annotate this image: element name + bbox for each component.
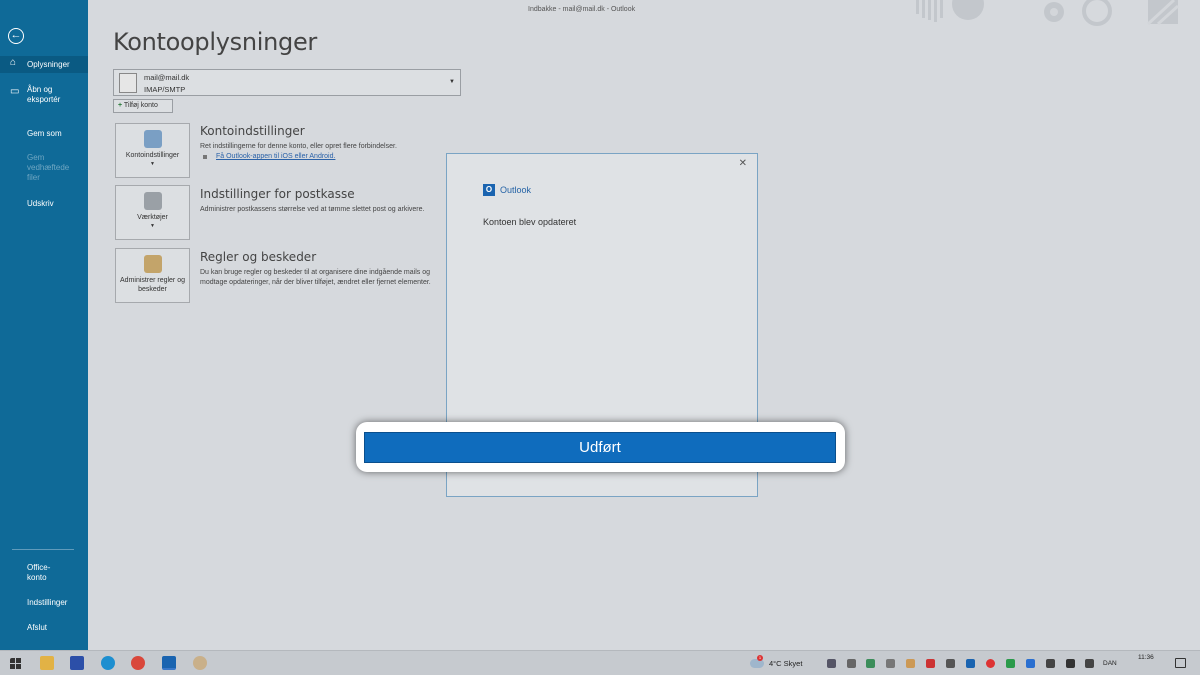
dialog-message: Kontoen blev opdateret — [483, 217, 577, 227]
bluetooth-icon[interactable] — [1026, 659, 1035, 668]
chrome-icon[interactable] — [131, 656, 145, 670]
taskbar: 1 4°C Skyet DAN 11:36 — [0, 650, 1200, 675]
sidebar-item-udskriv[interactable]: Udskriv — [0, 199, 88, 209]
section-desc-rules: Du kan bruge regler og beskeder til at o… — [200, 269, 431, 286]
notification-icon[interactable] — [1175, 658, 1186, 668]
battery-icon[interactable] — [1066, 659, 1075, 668]
weather-text[interactable]: 4°C Skyet — [769, 659, 802, 668]
tools-tile[interactable]: Værktøjer ▼ — [115, 185, 190, 240]
volume-icon[interactable] — [1085, 659, 1094, 668]
section-desc-mailbox-settings: Administrer postkassens størrelse ved at… — [200, 206, 425, 213]
clock[interactable]: 11:36 — [1138, 654, 1154, 661]
close-icon[interactable]: ✕ — [739, 158, 747, 169]
section-title-account-settings: Kontoindstillinger — [200, 124, 305, 138]
home-icon: ⌂ — [10, 57, 17, 68]
tray-app-icon[interactable] — [986, 659, 995, 668]
tray-app-icon[interactable] — [847, 659, 856, 668]
network-tray-icon[interactable] — [827, 659, 836, 668]
account-type: IMAP/SMTP — [144, 85, 186, 94]
paint-icon[interactable] — [193, 656, 207, 670]
backstage-sidebar: ← ⌂ Oplysninger ▭ Åbn og eksportér Gem s… — [0, 0, 88, 650]
account-dropdown[interactable]: mail@mail.dk IMAP/SMTP ▼ — [113, 69, 461, 96]
decorative-banner-art — [916, 0, 1180, 26]
account-settings-icon — [143, 130, 162, 148]
back-arrow-icon[interactable]: ← — [8, 28, 24, 44]
manage-rules-tile[interactable]: Administrer regler og beskeder — [115, 248, 190, 303]
folder-open-icon: ▭ — [10, 86, 20, 97]
done-button[interactable]: Udført — [364, 432, 836, 463]
sidebar-item-aabn-og-eksporter[interactable]: ▭ Åbn og eksportér — [0, 85, 70, 105]
sidebar-item-gem-som[interactable]: Gem som — [0, 129, 88, 139]
account-icon — [119, 73, 137, 93]
sidebar-item-gem-vedhaeftede: Gem vedhæftede filer — [27, 153, 70, 182]
save-icon[interactable] — [70, 656, 84, 670]
outlook-logo-icon: O — [483, 184, 495, 196]
tray-app-icon[interactable] — [906, 659, 915, 668]
windows-start-icon[interactable] — [10, 658, 24, 672]
page-title: Kontooplysninger — [113, 28, 317, 56]
sidebar-item-oplysninger[interactable]: ⌂ Oplysninger — [0, 56, 88, 73]
outlook-tray-icon[interactable] — [966, 659, 975, 668]
sidebar-divider — [12, 549, 74, 550]
tray-app-icon[interactable] — [926, 659, 935, 668]
section-title-rules: Regler og beskeder — [200, 250, 317, 264]
mobile-app-link[interactable]: Få Outlook-appen til iOS eller Android. — [216, 153, 335, 160]
account-email: mail@mail.dk — [144, 73, 190, 82]
edge-icon[interactable] — [101, 656, 115, 670]
rules-icon — [143, 255, 162, 273]
language-indicator[interactable]: DAN — [1103, 660, 1117, 667]
display-icon[interactable] — [1046, 659, 1055, 668]
title-bar: Indbakke - mail@mail.dk - Outlook — [88, 0, 1200, 26]
sidebar-item-indstillinger[interactable]: Indstillinger — [0, 598, 88, 608]
file-explorer-icon[interactable] — [40, 656, 54, 670]
tray-app-icon[interactable] — [866, 659, 875, 668]
sidebar-item-office-konto[interactable]: Office-konto — [0, 563, 60, 583]
window-title: Indbakke - mail@mail.dk - Outlook — [528, 6, 636, 13]
bullet-icon — [203, 155, 207, 159]
sidebar-item-afslut[interactable]: Afslut — [0, 623, 88, 633]
weather-cloud-icon[interactable] — [750, 659, 764, 668]
chevron-down-icon: ▼ — [150, 161, 155, 167]
account-settings-tile[interactable]: Kontoindstillinger ▼ — [115, 123, 190, 178]
weather-badge: 1 — [757, 655, 763, 661]
section-title-mailbox-settings: Indstillinger for postkasse — [200, 187, 355, 201]
chevron-down-icon: ▼ — [449, 79, 455, 85]
outlook-taskbar-icon[interactable] — [162, 656, 176, 670]
chevron-down-icon: ▼ — [150, 223, 155, 229]
add-account-button[interactable]: + Tilføj konto — [113, 99, 173, 113]
section-desc-account-settings: Ret indstillingerne for denne konto, ell… — [200, 143, 397, 150]
tray-app-icon[interactable] — [1006, 659, 1015, 668]
tray-app-icon[interactable] — [946, 659, 955, 668]
tools-icon — [143, 192, 162, 210]
tray-app-icon[interactable] — [886, 659, 895, 668]
plus-icon: + — [118, 102, 123, 109]
dialog-app-name: Outlook — [500, 185, 532, 195]
